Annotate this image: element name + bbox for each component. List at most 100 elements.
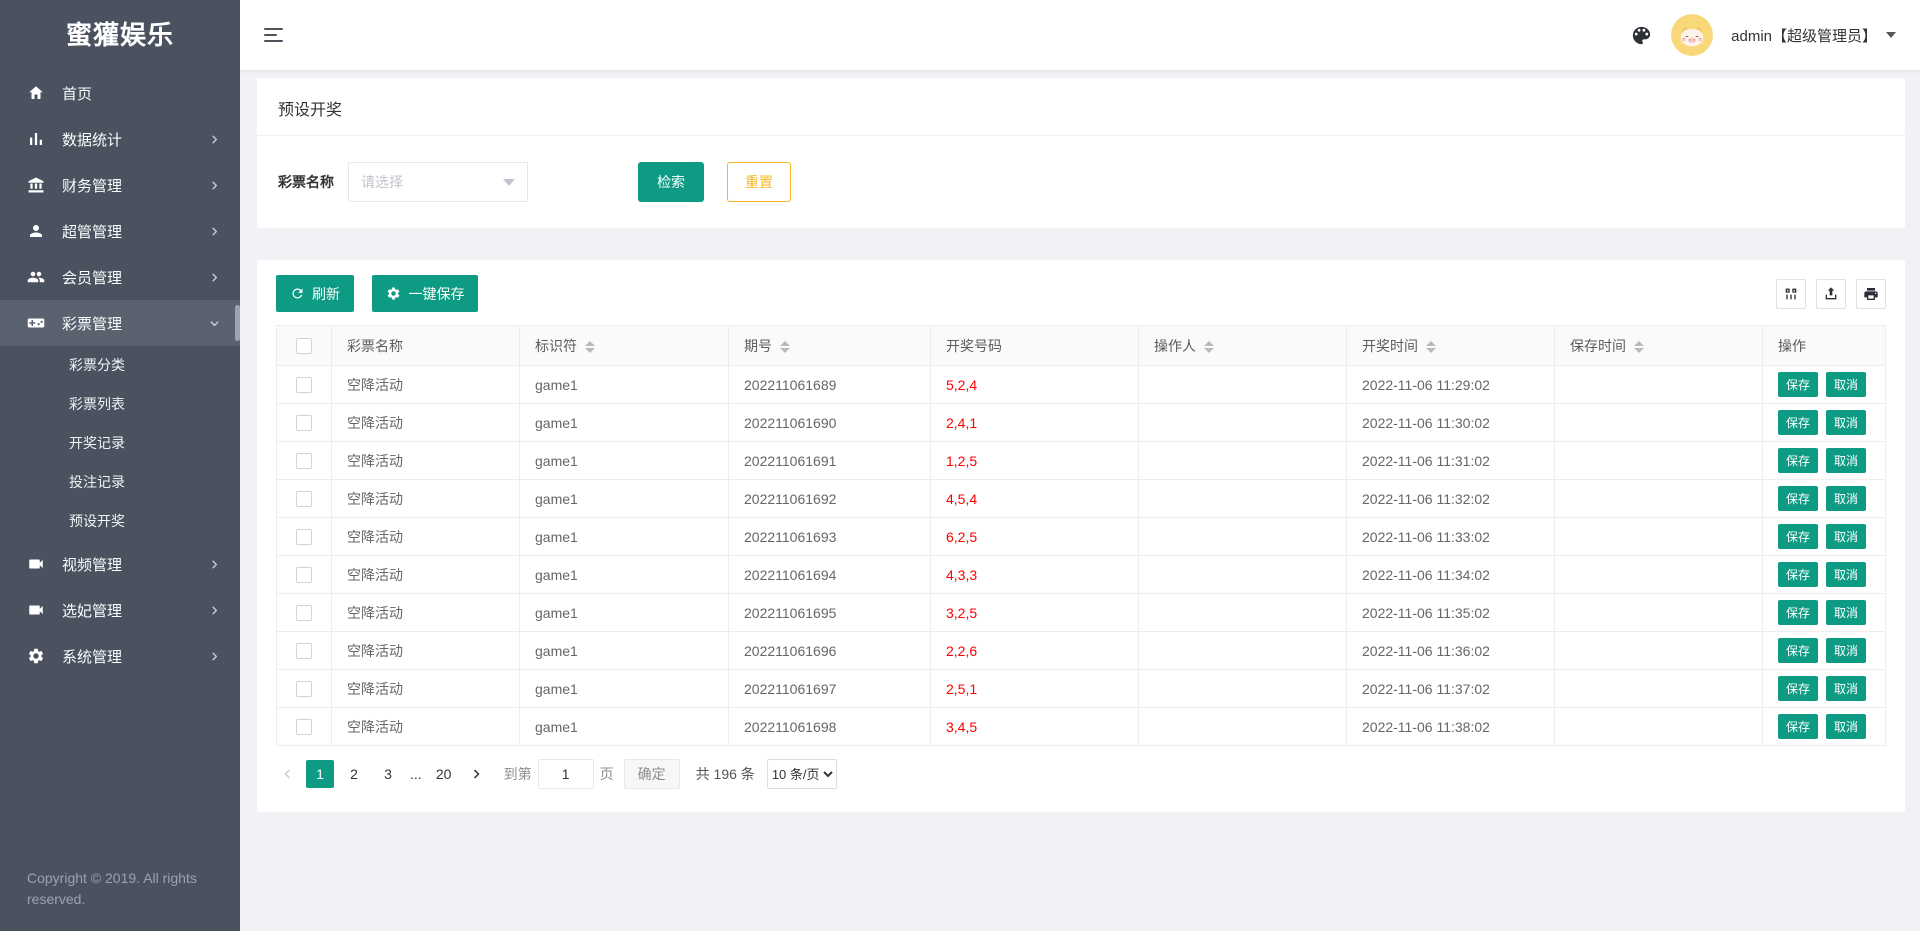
- cell-issue: 202211061697: [728, 669, 931, 708]
- cell-issue: 202211061689: [728, 365, 931, 404]
- cancel-button[interactable]: 取消: [1826, 410, 1867, 435]
- save-button[interactable]: 保存: [1778, 372, 1819, 397]
- row-checkbox[interactable]: [296, 491, 312, 508]
- column-label: 保存时间: [1570, 337, 1626, 354]
- page-number-2[interactable]: 2: [340, 760, 368, 788]
- save-button[interactable]: 保存: [1778, 562, 1819, 587]
- sidebar-item-system[interactable]: 系统管理: [0, 633, 240, 679]
- cancel-button[interactable]: 取消: [1826, 676, 1867, 701]
- sidebar-item-finance[interactable]: 财务管理: [0, 162, 240, 208]
- cell-code: game1: [519, 403, 729, 442]
- cell-save-time: [1554, 403, 1763, 442]
- cancel-button[interactable]: 取消: [1826, 638, 1867, 663]
- sidebar-item-home[interactable]: 首页: [0, 70, 240, 116]
- sidebar-subitem[interactable]: 开奖记录: [0, 424, 240, 463]
- prev-page-icon[interactable]: [276, 760, 300, 788]
- user-menu[interactable]: admin【超级管理员】: [1731, 25, 1896, 46]
- save-button[interactable]: 保存: [1778, 638, 1819, 663]
- save-all-button[interactable]: 一键保存: [372, 275, 479, 312]
- row-actions: 保存 取消: [1762, 365, 1886, 404]
- row-checkbox[interactable]: [296, 529, 312, 546]
- row-actions: 保存 取消: [1762, 631, 1886, 670]
- sidebar-subitem[interactable]: 预设开奖: [0, 502, 240, 541]
- page-number-20[interactable]: 20: [430, 760, 458, 788]
- lottery-name-select[interactable]: 请选择: [348, 162, 528, 202]
- sidebar-item-concubine[interactable]: 选妃管理: [0, 587, 240, 633]
- page-title: 预设开奖: [257, 78, 1905, 136]
- page-size-select[interactable]: 10 条/页: [766, 759, 837, 789]
- save-button[interactable]: 保存: [1778, 600, 1819, 625]
- reset-button[interactable]: 重置: [727, 162, 791, 202]
- save-button[interactable]: 保存: [1778, 486, 1819, 511]
- cell-issue: 202211061696: [728, 631, 931, 670]
- cell-issue: 202211061694: [728, 555, 931, 594]
- cancel-button[interactable]: 取消: [1826, 486, 1867, 511]
- print-icon: [1863, 286, 1879, 302]
- row-checkbox[interactable]: [296, 377, 312, 394]
- row-checkbox[interactable]: [296, 453, 312, 470]
- sort-icon[interactable]: [1204, 340, 1214, 353]
- select-all-checkbox[interactable]: [296, 338, 312, 355]
- cell-name: 空降活动: [331, 517, 520, 556]
- user-avatar[interactable]: [1671, 14, 1714, 56]
- cell-numbers: 2,4,1: [930, 403, 1139, 442]
- save-button[interactable]: 保存: [1778, 410, 1819, 435]
- cancel-button[interactable]: 取消: [1826, 714, 1867, 739]
- row-checkbox[interactable]: [296, 605, 312, 622]
- menu-toggle-icon[interactable]: [264, 24, 286, 46]
- row-checkbox[interactable]: [296, 719, 312, 736]
- refresh-button[interactable]: 刷新: [276, 275, 354, 312]
- cancel-button[interactable]: 取消: [1826, 524, 1867, 549]
- table-row: 空降活动 game1 202211061691 1,2,5 2022-11-06 11:…: [276, 441, 1886, 480]
- row-checkbox-cell: [276, 669, 332, 708]
- sidebar-item-label: 首页: [62, 85, 93, 103]
- main-area: admin【超级管理员】 预设开奖 彩票名称 请选择 检索 重置 刷新 一键保存…: [240, 0, 1920, 931]
- page-number-3[interactable]: 3: [374, 760, 402, 788]
- save-button[interactable]: 保存: [1778, 714, 1819, 739]
- sidebar-item-label: 超管管理: [62, 223, 123, 241]
- print-button[interactable]: [1856, 278, 1886, 309]
- sidebar-subitem[interactable]: 彩票分类: [0, 346, 240, 385]
- video-icon: [27, 601, 45, 619]
- sidebar-item-members[interactable]: 会员管理: [0, 254, 240, 300]
- cell-save-time: [1554, 555, 1763, 594]
- cancel-button[interactable]: 取消: [1826, 448, 1867, 473]
- export-button[interactable]: [1816, 278, 1846, 309]
- cell-code: game1: [519, 631, 729, 670]
- row-checkbox[interactable]: [296, 643, 312, 660]
- sidebar-subitem[interactable]: 彩票列表: [0, 385, 240, 424]
- column-label: 开奖时间: [1362, 337, 1418, 354]
- sidebar-item-video[interactable]: 视频管理: [0, 541, 240, 587]
- save-button[interactable]: 保存: [1778, 524, 1819, 549]
- cell-numbers: 4,5,4: [930, 479, 1139, 518]
- row-checkbox[interactable]: [296, 415, 312, 432]
- theme-palette-icon[interactable]: [1630, 24, 1653, 47]
- sort-icon[interactable]: [1426, 340, 1436, 353]
- cell-name: 空降活动: [331, 631, 520, 670]
- sidebar-item-super-admin[interactable]: 超管管理: [0, 208, 240, 254]
- goto-confirm-button[interactable]: 确定: [623, 759, 680, 789]
- page-number-1[interactable]: 1: [306, 760, 334, 788]
- cancel-button[interactable]: 取消: [1826, 562, 1867, 587]
- sort-icon[interactable]: [1634, 340, 1644, 353]
- sort-icon[interactable]: [585, 340, 595, 353]
- row-checkbox-cell: [276, 707, 332, 746]
- save-button[interactable]: 保存: [1778, 448, 1819, 473]
- search-button[interactable]: 检索: [638, 162, 704, 202]
- goto-label: 到第: [503, 766, 532, 782]
- save-button[interactable]: 保存: [1778, 676, 1819, 701]
- row-actions: 保存 取消: [1762, 403, 1886, 442]
- sort-icon[interactable]: [780, 340, 790, 353]
- cols-button[interactable]: [1776, 278, 1806, 309]
- row-checkbox[interactable]: [296, 681, 312, 698]
- cell-issue: 202211061695: [728, 593, 931, 632]
- row-checkbox[interactable]: [296, 567, 312, 584]
- next-page-icon[interactable]: [464, 760, 488, 788]
- cancel-button[interactable]: 取消: [1826, 372, 1867, 397]
- goto-page-input[interactable]: [537, 759, 594, 789]
- cancel-button[interactable]: 取消: [1826, 600, 1867, 625]
- sidebar-item-stats[interactable]: 数据统计: [0, 116, 240, 162]
- sidebar-item-lottery[interactable]: 彩票管理: [0, 300, 240, 346]
- sidebar-subitem[interactable]: 投注记录: [0, 463, 240, 502]
- cell-save-time: [1554, 441, 1763, 480]
